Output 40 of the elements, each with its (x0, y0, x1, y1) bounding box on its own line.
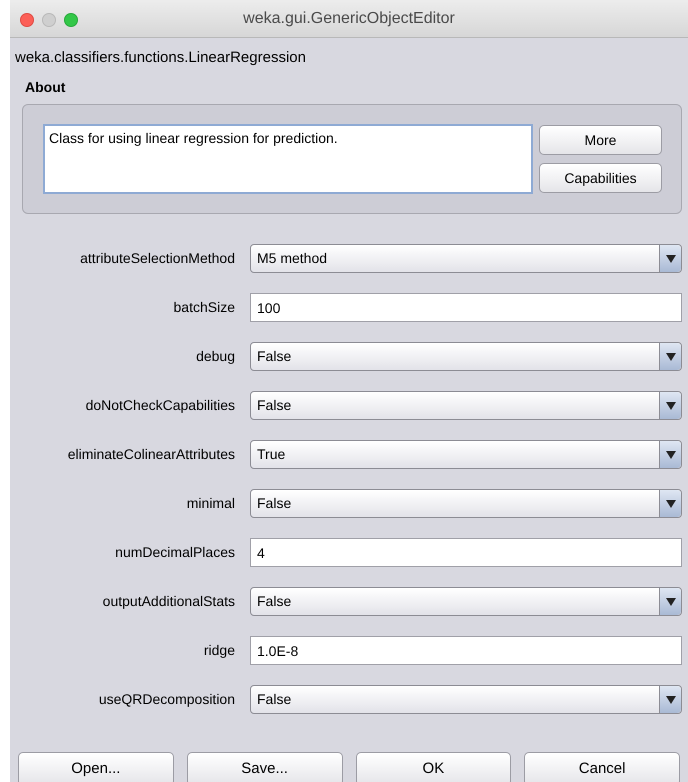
property-label: debug (195, 347, 235, 366)
caret-icon (666, 598, 676, 606)
minimize-icon[interactable] (42, 13, 56, 27)
caret-icon (666, 696, 676, 704)
property-label: useQRDecomposition (98, 690, 235, 709)
description-area[interactable]: Class for using linear regression for prediction. (43, 124, 533, 194)
close-icon[interactable] (20, 13, 34, 27)
property-label: outputAdditionalStats (102, 592, 235, 611)
section-title: About (25, 79, 66, 95)
class-name: weka.classifiers.functions.LinearRegression (15, 49, 306, 66)
property-field[interactable]: 100 (250, 293, 682, 322)
about-button[interactable]: More (539, 125, 662, 155)
property-field[interactable]: 1.0E-8 (250, 636, 682, 665)
property-label: numDecimalPlaces (114, 543, 235, 562)
property-dropdown[interactable]: False (250, 685, 682, 714)
property-dropdown[interactable]: M5 method (250, 244, 682, 273)
property-label: doNotCheckCapabilities (84, 396, 235, 415)
property-label: batchSize (172, 298, 235, 317)
caret-icon (666, 450, 676, 458)
property-dropdown[interactable]: False (250, 587, 682, 616)
dialog-button[interactable]: OK (356, 752, 512, 782)
dialog-button[interactable]: Save... (186, 752, 342, 782)
property-dropdown[interactable]: True (250, 440, 682, 469)
zoom-icon[interactable] (64, 13, 78, 27)
property-label: ridge (202, 641, 235, 660)
dialog-button[interactable]: Cancel (524, 752, 680, 782)
property-label: eliminateColinearAttributes (66, 445, 235, 464)
caret-icon (666, 254, 676, 262)
property-label: attributeSelectionMethod (79, 249, 235, 268)
property-dropdown[interactable]: False (250, 391, 682, 420)
about-button[interactable]: Capabilities (539, 163, 662, 193)
caret-icon (666, 352, 676, 360)
dialog-button[interactable]: Open... (18, 752, 174, 782)
caret-icon (666, 500, 676, 508)
caret-icon (666, 402, 676, 410)
property-dropdown[interactable]: False (250, 342, 682, 371)
property-label: minimal (186, 494, 235, 513)
window-title: weka.gui.GenericObjectEditor (243, 8, 455, 28)
property-field[interactable]: 4 (250, 538, 682, 567)
property-dropdown[interactable]: False (250, 489, 682, 518)
